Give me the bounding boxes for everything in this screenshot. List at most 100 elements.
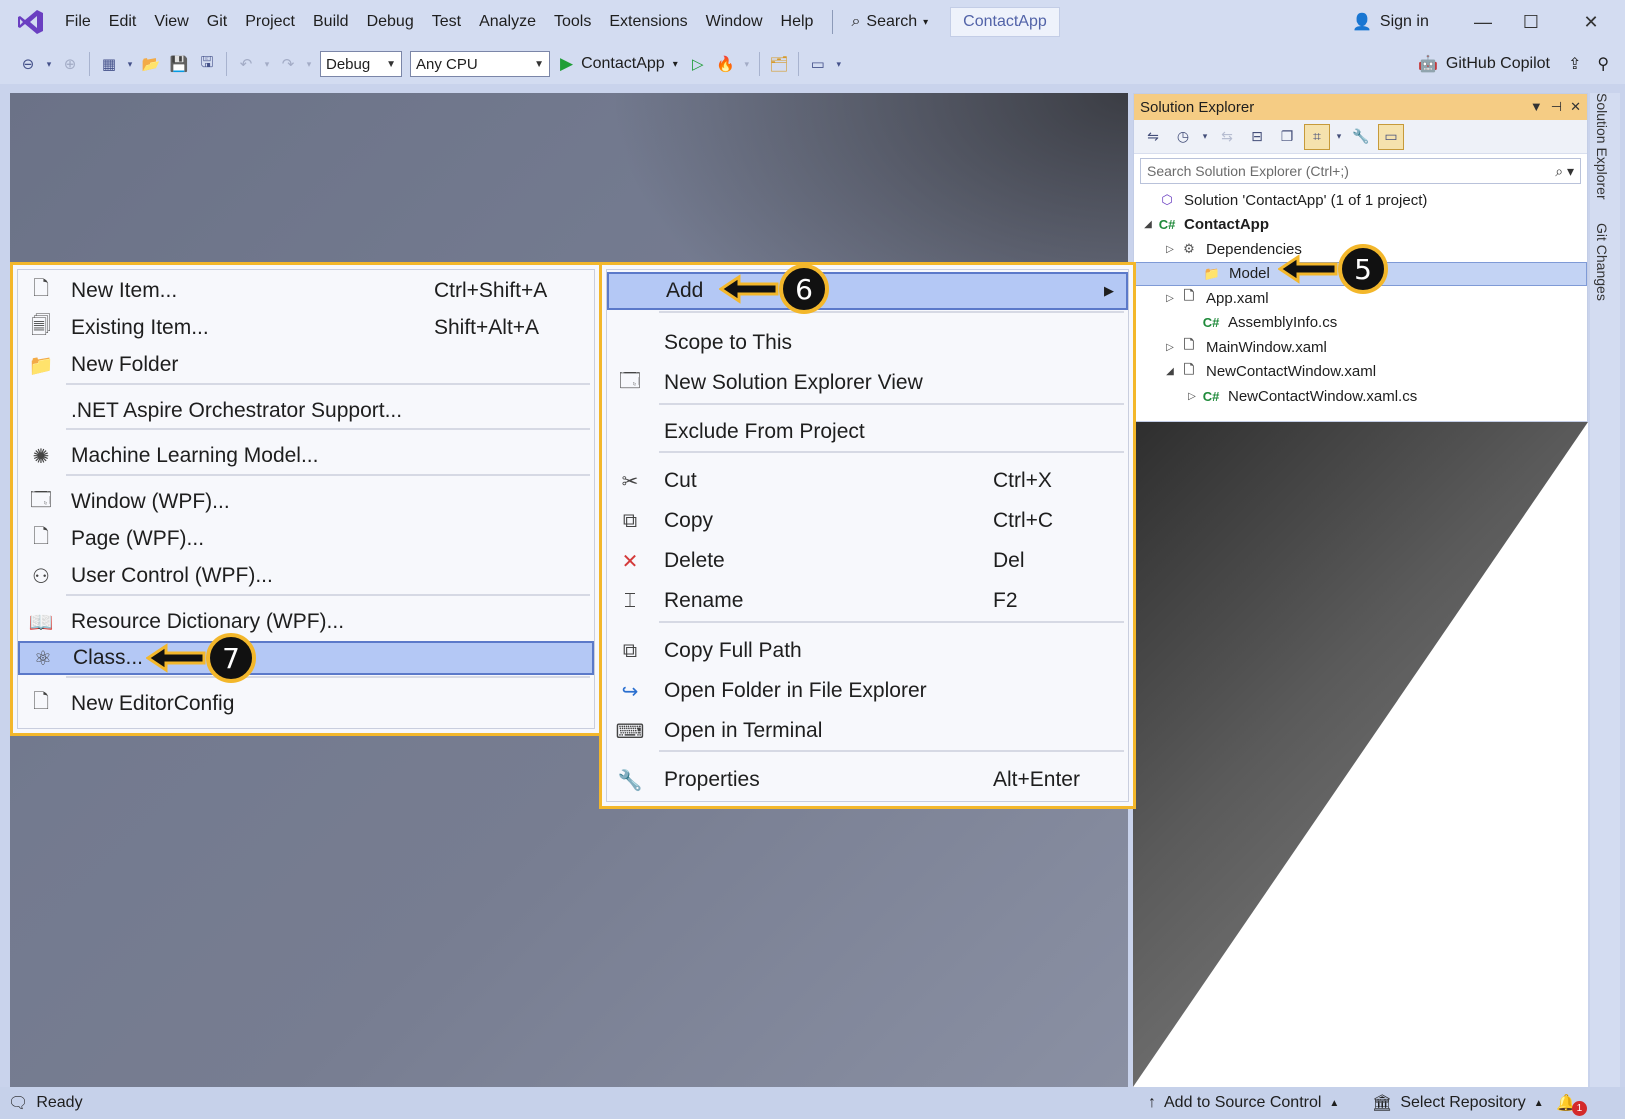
add-menu-item[interactable]: 🗋 Page (WPF)...: [18, 522, 594, 556]
back-icon[interactable]: ⊖: [16, 50, 40, 78]
chevron-down-icon[interactable]: ▾: [1200, 124, 1210, 150]
menu-test[interactable]: Test: [423, 7, 470, 37]
pending-changes-icon[interactable]: ◷: [1170, 124, 1196, 150]
context-menu-item[interactable]: 🔧 Properties Alt+Enter: [607, 761, 1128, 799]
context-menu-item[interactable]: ⌨ Open in Terminal: [607, 712, 1128, 750]
chevron-down-icon[interactable]: ▾: [125, 50, 135, 78]
tree-item[interactable]: ⬡ Solution 'ContactApp' (1 of 1 project): [1134, 188, 1587, 213]
chevron-down-icon[interactable]: ▾: [1334, 124, 1344, 150]
tree-expander-icon[interactable]: ◢: [1140, 219, 1156, 230]
window-position-icon[interactable]: ▼: [1530, 99, 1543, 115]
menu-tools[interactable]: Tools: [545, 7, 600, 37]
sign-in-button[interactable]: 👤 Sign in: [1352, 7, 1429, 37]
undo-icon[interactable]: ↶: [234, 50, 258, 78]
preview-selected-icon[interactable]: ▭: [1378, 123, 1404, 150]
add-menu-item[interactable]: ⚛ Class...: [18, 641, 594, 675]
save-icon[interactable]: 💾: [167, 50, 191, 78]
menu-view[interactable]: View: [145, 7, 197, 37]
properties-wrench-icon[interactable]: 🔧: [1348, 124, 1374, 150]
menu-build[interactable]: Build: [304, 7, 358, 37]
platform-select[interactable]: Any CPU ▼: [410, 51, 550, 77]
menu-edit[interactable]: Edit: [100, 7, 146, 37]
add-menu-item[interactable]: 🗋 New EditorConfig: [18, 687, 594, 721]
redo-icon[interactable]: ↷: [276, 50, 300, 78]
context-menu-item[interactable]: ⧉ Copy Full Path: [607, 632, 1128, 670]
menu-help[interactable]: Help: [772, 7, 823, 37]
open-file-icon[interactable]: 📂: [139, 50, 163, 78]
search-button[interactable]: ⌕ Search ▾: [843, 7, 936, 37]
tree-item[interactable]: ▷ C# NewContactWindow.xaml.cs: [1134, 384, 1587, 409]
add-menu-item[interactable]: ⚇ User Control (WPF)...: [18, 559, 594, 593]
feedback-icon[interactable]: ⚲: [1597, 54, 1609, 74]
tree-expander-icon[interactable]: ▷: [1162, 293, 1178, 304]
chevron-down-icon[interactable]: ▾: [262, 50, 272, 78]
forward-icon[interactable]: ⊕: [58, 50, 82, 78]
save-all-icon[interactable]: 🖫: [195, 50, 219, 78]
chevron-down-icon[interactable]: ▾: [742, 50, 752, 78]
layout-icon[interactable]: ▭: [806, 50, 830, 78]
context-menu-item[interactable]: ✂ Cut Ctrl+X: [607, 462, 1128, 500]
tree-item[interactable]: C# AssemblyInfo.cs: [1134, 311, 1587, 336]
sync-icon[interactable]: ⇆: [1214, 124, 1240, 150]
tree-expander-icon[interactable]: ▷: [1184, 391, 1200, 402]
context-menu-item[interactable]: ↪ Open Folder in File Explorer: [607, 672, 1128, 710]
add-menu-item[interactable]: 🗔 Window (WPF)...: [18, 485, 594, 519]
menu-file[interactable]: File: [56, 7, 100, 37]
solution-folder-icon[interactable]: 🗂: [767, 50, 791, 78]
context-menu-item[interactable]: ✕ Delete Del: [607, 542, 1128, 580]
menu-window[interactable]: Window: [697, 7, 772, 37]
add-menu-item[interactable]: 📁 New Folder: [18, 348, 594, 382]
minimize-button[interactable]: —: [1460, 7, 1506, 37]
context-menu-item[interactable]: ⌶ Rename F2: [607, 582, 1128, 620]
add-to-source-control-button[interactable]: ↑ Add to Source Control ▲: [1148, 1094, 1339, 1112]
add-menu-item[interactable]: ✺ Machine Learning Model...: [18, 439, 594, 473]
pin-icon[interactable]: ⊣: [1551, 99, 1562, 115]
add-menu-item[interactable]: 🗋 New Item... Ctrl+Shift+A: [18, 274, 594, 308]
share-icon[interactable]: ⇪: [1568, 54, 1581, 74]
menu-analyze[interactable]: Analyze: [470, 7, 545, 37]
tree-item[interactable]: ◢ C# ContactApp: [1134, 213, 1587, 238]
tree-item[interactable]: ◢ 🗋 NewContactWindow.xaml: [1134, 360, 1587, 385]
switch-views-icon[interactable]: ⇋: [1140, 124, 1166, 150]
add-menu-item[interactable]: 📖 Resource Dictionary (WPF)...: [18, 605, 594, 639]
add-menu-item[interactable]: 🗐 Existing Item... Shift+Alt+A: [18, 311, 594, 345]
add-menu-item[interactable]: .NET Aspire Orchestrator Support...: [18, 394, 594, 428]
chevron-down-icon[interactable]: ▾: [44, 50, 54, 78]
close-icon[interactable]: ✕: [1570, 99, 1581, 115]
close-button[interactable]: ✕: [1568, 7, 1614, 37]
start-without-debugging-icon[interactable]: ▷: [686, 50, 710, 78]
github-copilot-button[interactable]: 🤖 GitHub Copilot ⇪ ⚲: [1418, 50, 1609, 78]
track-active-icon[interactable]: ⌗: [1304, 123, 1330, 150]
chevron-up-icon: ▲: [1533, 1097, 1544, 1109]
solution-explorer-search-input[interactable]: Search Solution Explorer (Ctrl+;) ⌕ ▾: [1140, 158, 1581, 184]
context-menu-item[interactable]: Add ▶: [607, 272, 1128, 310]
chevron-down-icon[interactable]: ▾: [304, 50, 314, 78]
tree-item[interactable]: ▷ 🗋 MainWindow.xaml: [1134, 335, 1587, 360]
menu-extensions[interactable]: Extensions: [600, 7, 696, 37]
notifications-button[interactable]: 🔔 1: [1556, 1091, 1587, 1116]
overflow-icon[interactable]: ▾: [834, 50, 844, 78]
context-menu-item[interactable]: Exclude From Project: [607, 413, 1128, 451]
context-menu-item[interactable]: Scope to This: [607, 324, 1128, 362]
show-all-files-icon[interactable]: ❐: [1274, 124, 1300, 150]
maximize-button[interactable]: ☐: [1508, 7, 1554, 37]
collapse-all-icon[interactable]: ⊟: [1244, 124, 1270, 150]
solution-name-chip[interactable]: ContactApp: [950, 7, 1060, 37]
tree-expander-icon[interactable]: ▷: [1162, 342, 1178, 353]
select-repository-button[interactable]: 🏛 Select Repository ▲: [1372, 1093, 1544, 1113]
tree-expander-icon[interactable]: ◢: [1162, 366, 1178, 377]
rail-tab-git-changes[interactable]: Git Changes: [1594, 223, 1610, 301]
configuration-select[interactable]: Debug ▼: [320, 51, 402, 77]
hot-reload-icon[interactable]: 🔥: [714, 50, 738, 78]
menu-project[interactable]: Project: [236, 7, 304, 37]
tree-expander-icon[interactable]: ▷: [1162, 244, 1178, 255]
menu-debug[interactable]: Debug: [358, 7, 423, 37]
context-menu-item[interactable]: ⧉ Copy Ctrl+C: [607, 502, 1128, 540]
start-debugging-button[interactable]: ▶ ContactApp ▾: [554, 50, 684, 78]
context-menu-item[interactable]: 🗔 New Solution Explorer View: [607, 364, 1128, 402]
menu-git[interactable]: Git: [198, 7, 236, 37]
rail-tab-solution-explorer[interactable]: Solution Explorer: [1594, 93, 1610, 200]
visual-studio-logo-icon[interactable]: [16, 7, 46, 37]
cut-icon: ✂: [621, 470, 639, 493]
new-project-icon[interactable]: ▦: [97, 50, 121, 78]
